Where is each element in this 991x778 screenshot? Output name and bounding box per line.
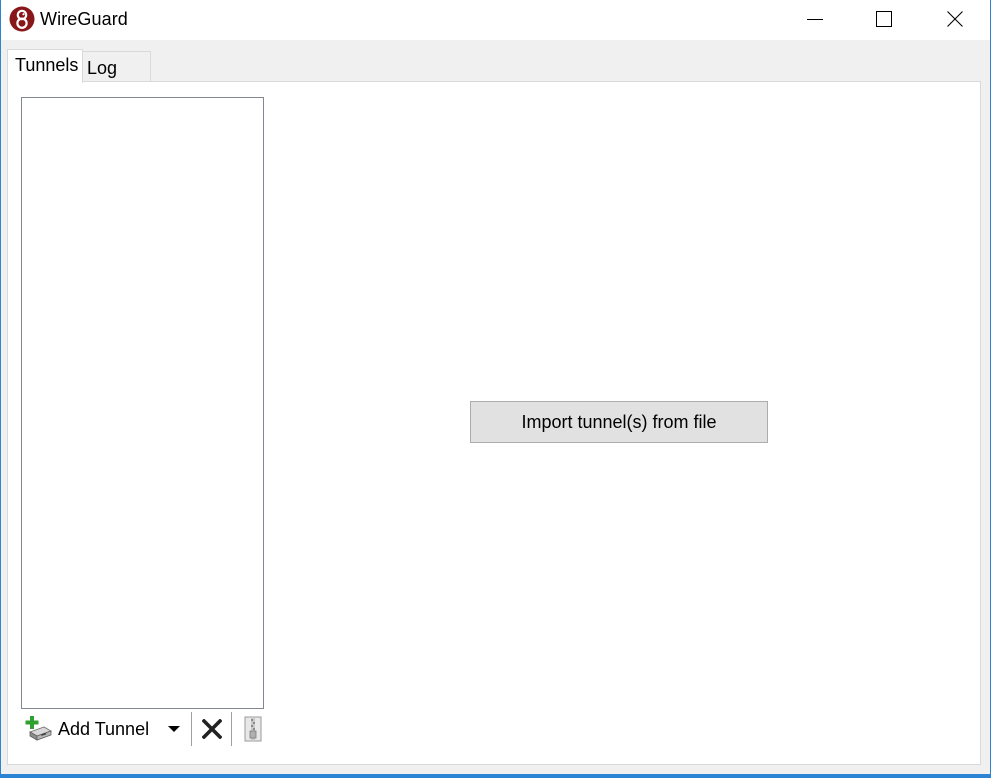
- add-tunnel-label: Add Tunnel: [58, 718, 150, 739]
- wireguard-window: WireGuard Tunnels Log Add Tunnel Import …: [0, 0, 991, 778]
- tab-log[interactable]: Log: [82, 51, 151, 81]
- tab-label: Log: [87, 58, 118, 78]
- export-tunnels-button[interactable]: [238, 711, 268, 747]
- tab-tunnels[interactable]: Tunnels: [7, 49, 83, 83]
- import-tunnels-button[interactable]: Import tunnel(s) from file: [470, 401, 768, 443]
- minimize-icon: [807, 19, 823, 20]
- add-tunnel-icon: [25, 716, 52, 741]
- maximize-icon: [876, 11, 892, 27]
- title-bar[interactable]: WireGuard: [1, 0, 990, 40]
- remove-tunnel-button[interactable]: [197, 711, 227, 747]
- wireguard-logo-icon: [9, 6, 35, 32]
- zip-archive-icon: [244, 716, 262, 742]
- tab-label: Tunnels: [15, 55, 79, 75]
- close-button[interactable]: [932, 0, 978, 38]
- window-title: WireGuard: [40, 9, 128, 29]
- close-icon: [947, 11, 963, 27]
- add-tunnel-dropdown-button[interactable]: [162, 711, 186, 747]
- chevron-down-icon: [168, 726, 180, 732]
- tunnel-list[interactable]: [21, 97, 264, 709]
- tunnels-panel: Add Tunnel Import tunnel(s) from file: [7, 81, 981, 765]
- maximize-button[interactable]: [861, 0, 907, 38]
- tunnel-toolbar: Add Tunnel: [21, 709, 281, 749]
- add-tunnel-button[interactable]: Add Tunnel: [25, 711, 160, 747]
- toolbar-separator: [191, 712, 192, 746]
- toolbar-separator: [231, 712, 232, 746]
- delete-icon: [202, 719, 222, 739]
- tab-bar: Tunnels Log: [1, 40, 990, 83]
- minimize-button[interactable]: [792, 0, 838, 38]
